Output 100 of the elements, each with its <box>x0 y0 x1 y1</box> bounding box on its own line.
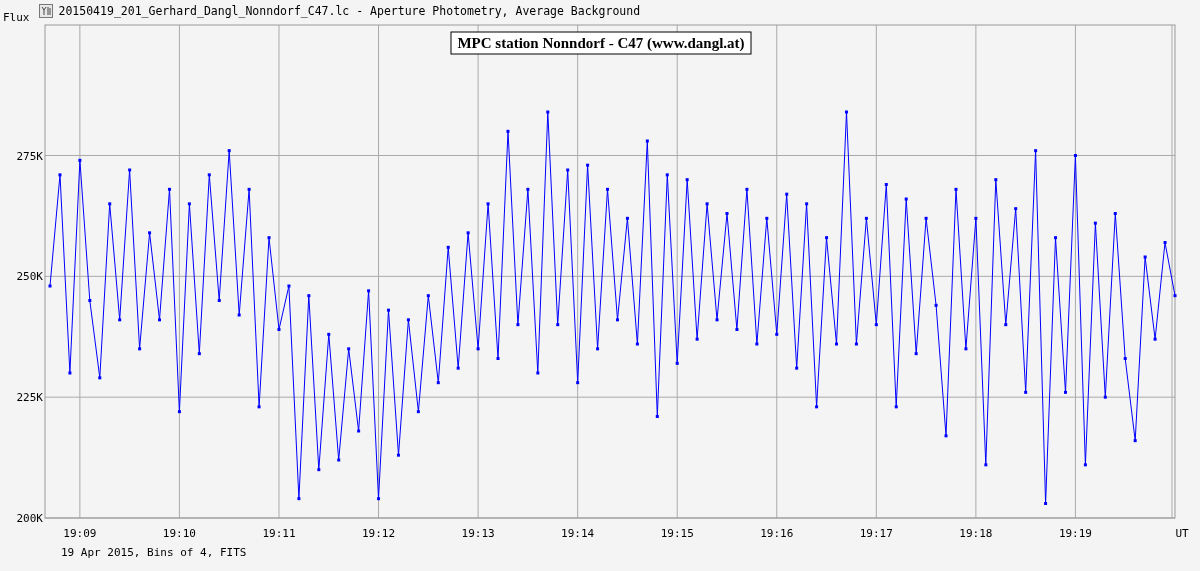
x-tick-label: 19:15 <box>660 527 694 540</box>
data-point <box>944 434 948 438</box>
data-point <box>655 415 659 418</box>
data-point <box>934 303 938 307</box>
data-point <box>1143 255 1147 259</box>
data-point <box>745 187 749 191</box>
data-point <box>1034 149 1038 153</box>
data-point <box>317 468 321 472</box>
data-point <box>138 347 142 351</box>
y-tick-label: 200K <box>16 512 43 525</box>
data-point <box>984 463 988 467</box>
data-point <box>337 458 341 462</box>
data-point <box>844 110 848 114</box>
data-point <box>1014 207 1018 211</box>
y-tick-label: 250K <box>16 270 43 284</box>
y-tick-label: 275K <box>16 149 43 163</box>
data-point <box>635 342 639 346</box>
data-point <box>735 328 739 331</box>
data-point <box>954 187 958 191</box>
data-point <box>436 381 440 385</box>
data-point <box>1073 154 1077 157</box>
data-point <box>715 318 719 322</box>
x-axis-label: UT <box>1175 527 1189 540</box>
data-point <box>994 178 998 182</box>
data-point <box>486 202 490 206</box>
data-point <box>616 318 619 322</box>
data-point <box>705 202 709 206</box>
data-point <box>685 178 689 182</box>
data-point <box>227 149 231 153</box>
data-point <box>904 197 908 201</box>
data-point <box>1153 337 1157 341</box>
data-point <box>406 318 410 322</box>
data-point <box>566 168 570 172</box>
data-point <box>367 289 371 293</box>
data-point <box>645 139 649 143</box>
data-point <box>536 371 540 375</box>
data-point <box>795 366 799 370</box>
data-point <box>1133 439 1137 443</box>
data-point <box>665 173 669 177</box>
data-point <box>287 284 291 288</box>
data-point <box>347 347 351 351</box>
data-point <box>755 342 759 346</box>
data-point <box>446 245 450 249</box>
data-point <box>1083 463 1087 467</box>
data-point <box>506 129 510 133</box>
data-point <box>546 110 550 114</box>
data-point <box>785 192 789 196</box>
data-point <box>98 376 102 380</box>
data-point <box>815 405 819 409</box>
data-point <box>576 381 580 385</box>
data-point <box>625 216 629 220</box>
data-point <box>327 332 331 336</box>
y-axis-label: Flux <box>3 11 30 24</box>
data-point <box>237 313 241 317</box>
data-point <box>217 299 221 302</box>
data-point <box>158 318 161 322</box>
data-point <box>297 497 301 501</box>
x-tick-label: 19:17 <box>859 527 893 540</box>
data-point <box>1173 294 1177 298</box>
x-tick-label: 19:12 <box>362 527 396 540</box>
data-point <box>606 187 609 191</box>
x-tick-label: 19:19 <box>1058 527 1092 540</box>
data-point <box>1113 212 1117 215</box>
data-point <box>277 328 281 331</box>
x-tick-label: 19:18 <box>959 527 993 540</box>
data-point <box>167 187 171 191</box>
chart-icon <box>38 4 53 18</box>
data-point <box>1004 323 1008 327</box>
data-point <box>775 332 779 336</box>
data-point <box>88 299 92 302</box>
data-point <box>108 202 112 206</box>
data-point <box>247 187 251 191</box>
data-point <box>596 347 600 351</box>
data-point <box>894 405 898 409</box>
footer-info: 19 Apr 2015, Bins of 4, FITS <box>60 546 248 559</box>
data-point <box>586 163 590 167</box>
data-point <box>805 202 809 206</box>
data-point <box>765 216 769 220</box>
x-tick-label: 19:11 <box>262 527 296 540</box>
data-point <box>725 212 729 215</box>
data-point <box>58 173 62 177</box>
data-point <box>396 453 400 457</box>
data-point <box>835 342 838 346</box>
data-point <box>825 236 829 240</box>
data-point <box>496 357 500 360</box>
data-point <box>526 187 530 191</box>
data-point <box>68 371 72 375</box>
data-point <box>177 410 181 414</box>
data-point <box>267 236 271 240</box>
data-point <box>1054 236 1058 240</box>
data-point <box>456 366 460 370</box>
data-point <box>118 318 122 322</box>
data-point <box>1093 221 1097 225</box>
data-point <box>257 405 261 409</box>
data-point <box>1024 390 1028 394</box>
data-point <box>476 347 480 351</box>
data-point <box>377 497 381 501</box>
data-point <box>516 323 520 327</box>
data-point <box>197 352 201 356</box>
data-point <box>387 308 390 312</box>
